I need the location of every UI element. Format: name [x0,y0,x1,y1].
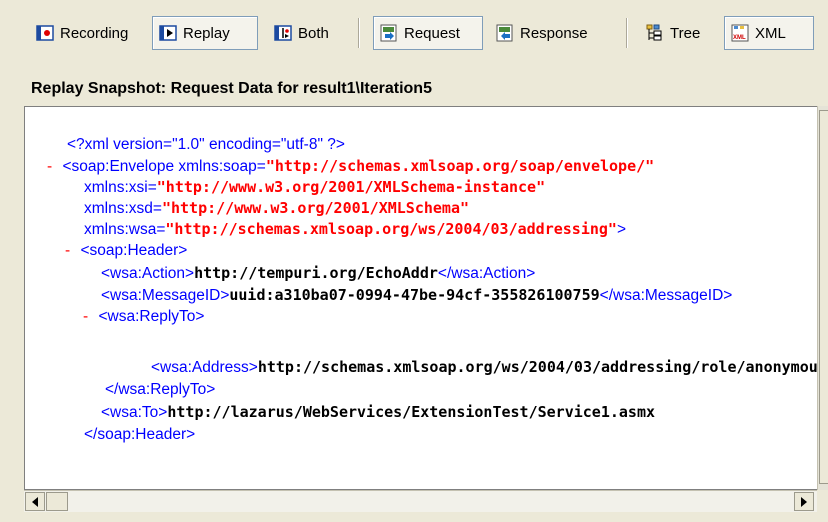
to-value: http://lazarus/WebServices/ExtensionTest… [167,403,656,421]
envelope-line: - <soap:Envelope xmlns:soap="http://sche… [47,156,654,177]
xsd-namespace-line: xmlns:xsd="http://www.w3.org/2001/XMLSch… [84,198,469,219]
header-open-tag: <soap:Header> [80,242,188,259]
header-close-tag: </soap:Header> [84,426,196,443]
xml-view-pane[interactable]: <?xml version="1.0" encoding="utf-8" ?> … [24,106,817,490]
address-line: <wsa:Address>http://schemas.xmlsoap.org/… [151,357,817,378]
replay-icon [159,24,177,42]
address-open-tag: <wsa:Address> [151,359,258,376]
replyto-open-tag: <wsa:ReplyTo> [98,308,205,325]
wsa-attr: xmlns:wsa= [84,221,166,238]
tree-label: Tree [670,24,701,42]
messageid-line: <wsa:MessageID>uuid:a310ba07-0994-47be-9… [101,285,732,306]
replyto-close-line: </wsa:ReplyTo> [105,380,215,400]
envelope-soap-namespace: "http://schemas.xmlsoap.org/soap/envelop… [265,157,655,175]
to-line: <wsa:To>http://lazarus/WebServices/Exten… [101,402,655,423]
wsa-namespace-line: xmlns:wsa="http://schemas.xmlsoap.org/ws… [84,219,626,240]
response-icon [496,24,514,42]
messageid-value: uuid:a310ba07-0994-47be-94cf-35582610075… [229,286,600,304]
xsi-value: "http://www.w3.org/2001/XMLSchema-instan… [156,178,546,196]
xml-icon: XML [731,24,749,42]
xsd-attr: xmlns:xsd= [84,200,162,217]
snapshot-title: Replay Snapshot: Request Data for result… [31,80,432,97]
recording-button[interactable]: Recording [30,16,144,50]
both-button[interactable]: Both [268,16,348,50]
scroll-right-button[interactable] [794,492,814,511]
xml-declaration-line: <?xml version="1.0" encoding="utf-8" ?> [67,135,345,155]
toolbar-separator [358,18,359,48]
replay-label: Replay [183,24,230,42]
horizontal-scrollbar[interactable] [24,490,817,512]
envelope-open-tag: <soap:Envelope xmlns:soap= [62,158,266,175]
recording-icon [36,24,54,42]
xml-declaration: <?xml version="1.0" encoding="utf-8" ?> [67,136,345,153]
action-line: <wsa:Action>http://tempuri.org/EchoAddr<… [101,263,535,284]
xml-icon-text: XML [733,35,746,41]
action-open-tag: <wsa:Action> [101,265,195,282]
snapshot-toolbar: Recording Replay Both Request Response T… [0,0,828,62]
to-open-tag: <wsa:To> [101,404,168,421]
recording-label: Recording [60,24,129,42]
xml-label: XML [755,24,786,42]
request-button[interactable]: Request [373,16,483,50]
xsi-namespace-line: xmlns:xsi="http://www.w3.org/2001/XMLSch… [84,177,545,198]
both-icon [274,24,292,42]
collapse-header-toggle[interactable]: - [65,242,70,259]
collapse-replyto-toggle[interactable]: - [83,308,88,325]
xsd-value: "http://www.w3.org/2001/XMLSchema" [161,199,470,217]
response-label: Response [520,24,588,42]
response-button[interactable]: Response [490,16,612,50]
wsa-value: "http://schemas.xmlsoap.org/ws/2004/03/a… [165,220,617,238]
action-close-tag: </wsa:Action> [437,265,536,282]
messageid-open-tag: <wsa:MessageID> [101,287,230,304]
xml-button[interactable]: XML XML [724,16,814,50]
tree-button[interactable]: Tree [640,16,716,50]
replyto-line: - <wsa:ReplyTo> [83,307,204,327]
vertical-scroll-thumb[interactable] [819,110,828,484]
toolbar-separator [626,18,627,48]
header-line: - <soap:Header> [65,241,187,261]
address-value: http://schemas.xmlsoap.org/ws/2004/03/ad… [257,358,817,376]
both-label: Both [298,24,329,42]
messageid-close-tag: </wsa:MessageID> [599,287,733,304]
action-value: http://tempuri.org/EchoAddr [194,264,438,282]
tree-icon [646,24,664,42]
request-icon [380,24,398,42]
horizontal-scroll-thumb[interactable] [46,492,68,511]
scroll-left-button[interactable] [25,492,45,511]
arrow-left-icon [32,496,38,507]
envelope-tag-close: > [616,221,627,238]
replay-button[interactable]: Replay [152,16,258,50]
collapse-envelope-toggle[interactable]: - [47,158,52,175]
xml-document: <?xml version="1.0" encoding="utf-8" ?> … [25,107,817,489]
vertical-scrollbar[interactable] [817,106,828,490]
request-label: Request [404,24,460,42]
replyto-close-tag: </wsa:ReplyTo> [105,381,216,398]
arrow-right-icon [801,496,807,507]
xsi-attr: xmlns:xsi= [84,179,157,196]
header-close-line: </soap:Header> [84,425,195,445]
